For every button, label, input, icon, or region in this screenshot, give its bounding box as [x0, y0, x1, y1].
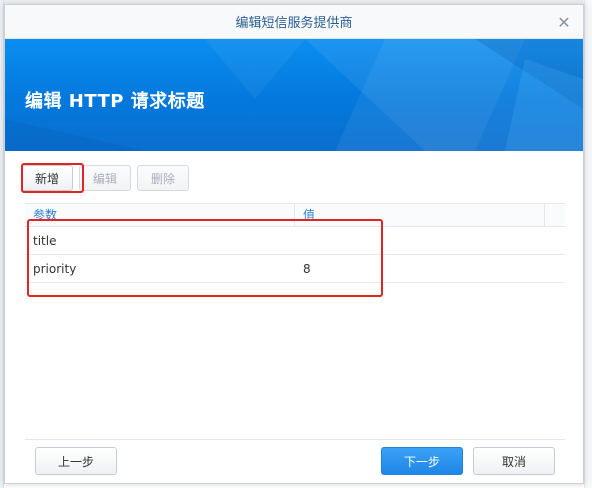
param-cell: title: [33, 233, 57, 248]
next-step-button[interactable]: 下一步: [381, 447, 463, 475]
dialog-title: 编辑短信服务提供商: [235, 16, 353, 31]
grid-toolbar: 新增 编辑 删除: [21, 165, 189, 193]
delete-button[interactable]: 删除: [137, 165, 189, 191]
grid-header: 参数 值: [25, 203, 565, 227]
add-button[interactable]: 新增: [21, 165, 73, 191]
close-icon[interactable]: ✕: [555, 13, 573, 32]
background-app-right: [584, 0, 592, 488]
footer-divider: [25, 439, 565, 440]
header-params-grid: title priority 8: [25, 227, 565, 283]
column-header-value[interactable]: 值: [295, 204, 545, 226]
table-row[interactable]: title: [25, 227, 565, 255]
column-header-param[interactable]: 参数: [25, 204, 295, 226]
value-cell: 8: [303, 261, 311, 276]
column-header-filler: [545, 204, 565, 226]
previous-step-button[interactable]: 上一步: [35, 447, 117, 475]
param-cell: priority: [33, 261, 77, 276]
page-title: 编辑 HTTP 请求标题: [25, 91, 205, 112]
edit-sms-provider-dialog: 编辑短信服务提供商 ✕ 编辑 HTTP 请求标题 新增 编辑 删除 参数 值 t…: [4, 4, 584, 484]
table-row[interactable]: priority 8: [25, 255, 565, 283]
edit-button[interactable]: 编辑: [79, 165, 131, 191]
dialog-titlebar: 编辑短信服务提供商 ✕: [5, 5, 583, 39]
cancel-button[interactable]: 取消: [473, 447, 555, 475]
header-banner: 编辑 HTTP 请求标题: [5, 39, 583, 151]
